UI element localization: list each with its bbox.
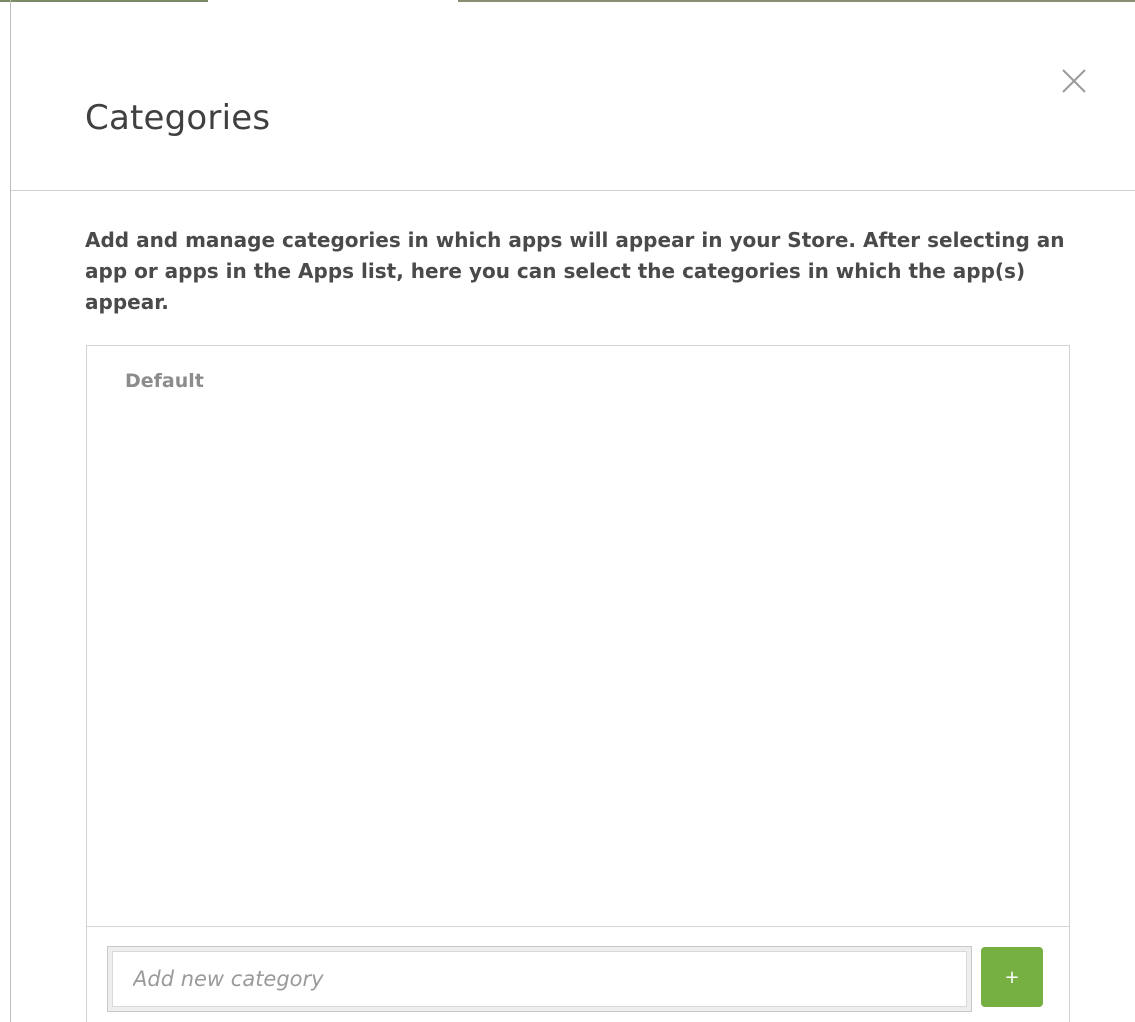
new-category-field-wrapper	[107, 946, 972, 1012]
add-category-button[interactable]: +	[981, 947, 1043, 1007]
category-list: Default	[87, 346, 1069, 927]
categories-dialog: Categories Add and manage categories in …	[0, 0, 1135, 1022]
dialog-description: Add and manage categories in which apps …	[85, 228, 1065, 314]
dialog-title: Categories	[85, 98, 271, 138]
category-item-default[interactable]: Default	[125, 370, 204, 392]
dialog-header: Categories	[11, 2, 1135, 191]
close-icon[interactable]	[1059, 66, 1089, 96]
category-panel: Default +	[86, 345, 1070, 1022]
new-category-input[interactable]	[112, 951, 967, 1007]
